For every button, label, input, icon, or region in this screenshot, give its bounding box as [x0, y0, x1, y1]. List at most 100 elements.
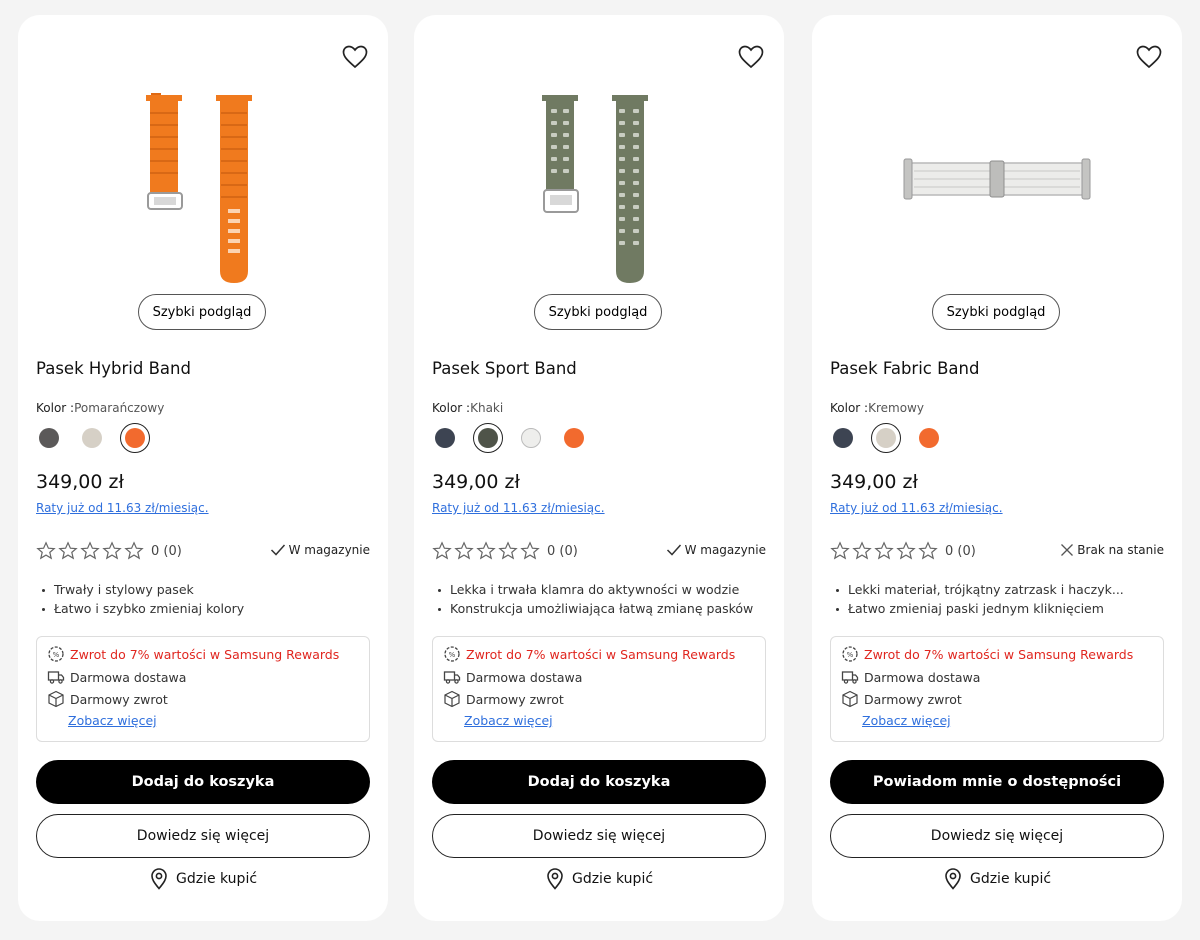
where-to-buy-link[interactable]: Gdzie kupić [18, 868, 388, 890]
color-row: Kolor :Khaki [432, 401, 503, 415]
color-swatch-selected[interactable] [473, 423, 503, 453]
product-title[interactable]: Pasek Fabric Band [830, 359, 979, 378]
swatch-dot [39, 428, 59, 448]
stock-status: Brak na stanie [1060, 543, 1164, 557]
color-label: Kolor : [36, 401, 75, 415]
installment-link[interactable]: Raty już od 11.63 zł/miesiąc. [432, 501, 605, 515]
rating[interactable]: 0 (0) [830, 541, 976, 561]
product-title[interactable]: Pasek Hybrid Band [36, 359, 191, 378]
rewards-benefit: % Zwrot do 7% wartości w Samsung Rewards [47, 645, 339, 663]
feature-item: Łatwo i szybko zmieniaj kolory [40, 599, 244, 618]
product-card: Szybki podgląd Pasek Sport Band Kolor :K… [414, 15, 784, 921]
where-to-buy-label: Gdzie kupić [571, 871, 654, 887]
feature-item: Lekki materiał, trójkątny zatrzask i hac… [834, 580, 1124, 599]
color-label: Kolor : [830, 401, 869, 415]
installment-link[interactable]: Raty już od 11.63 zł/miesiąc. [36, 501, 209, 515]
see-more-link[interactable]: Zobacz więcej [68, 713, 157, 728]
heart-icon[interactable] [738, 45, 764, 69]
color-swatches [430, 423, 589, 453]
color-row: Kolor :Kremowy [830, 401, 924, 415]
see-more-link[interactable]: Zobacz więcej [862, 713, 951, 728]
star-icon [520, 541, 540, 560]
swatch-dot [435, 428, 455, 448]
color-value: Kremowy [868, 401, 924, 415]
return-text: Darmowy zwrot [864, 691, 962, 707]
rewards-percent-icon: % [48, 646, 64, 662]
learn-more-button[interactable]: Dowiedz się więcej [432, 814, 766, 858]
delivery-text: Darmowa dostawa [864, 669, 981, 685]
stock-label: W magazynie [684, 543, 766, 557]
color-swatch[interactable] [914, 423, 944, 453]
feature-item: Trwały i stylowy pasek [40, 580, 244, 599]
star-icon [896, 541, 916, 560]
heart-icon[interactable] [342, 45, 368, 69]
location-pin-icon [151, 868, 167, 890]
delivery-text: Darmowa dostawa [70, 669, 187, 685]
rating-count: 0 (0) [151, 543, 182, 559]
color-swatch[interactable] [430, 423, 460, 453]
stock-label: W magazynie [288, 543, 370, 557]
quick-view-button[interactable]: Szybki podgląd [932, 294, 1060, 330]
learn-more-button[interactable]: Dowiedz się więcej [36, 814, 370, 858]
color-swatch[interactable] [34, 423, 64, 453]
quick-view-button[interactable]: Szybki podgląd [138, 294, 266, 330]
heart-icon[interactable] [1136, 45, 1162, 69]
color-label: Kolor : [432, 401, 471, 415]
return-benefit: Darmowy zwrot [443, 690, 564, 708]
product-title[interactable]: Pasek Sport Band [432, 359, 577, 378]
return-box-icon [444, 690, 460, 708]
rating[interactable]: 0 (0) [432, 541, 578, 561]
rewards-text: Zwrot do 7% wartości w Samsung Rewards [70, 646, 340, 662]
star-icon [80, 541, 100, 560]
return-box-icon [48, 690, 64, 708]
rewards-text: Zwrot do 7% wartości w Samsung Rewards [864, 646, 1134, 662]
color-swatch-selected[interactable] [120, 423, 150, 453]
rating[interactable]: 0 (0) [36, 541, 182, 561]
product-image[interactable] [78, 85, 328, 295]
color-swatch[interactable] [516, 423, 546, 453]
price: 349,00 zł [432, 471, 520, 493]
return-benefit: Darmowy zwrot [47, 690, 168, 708]
add-to-cart-button[interactable]: Dodaj do koszyka [36, 760, 370, 804]
rating-count: 0 (0) [945, 543, 976, 559]
swatch-dot [919, 428, 939, 448]
benefits-box: % Zwrot do 7% wartości w Samsung Rewards… [432, 636, 766, 742]
rewards-percent-icon: % [444, 646, 460, 662]
add-to-cart-button[interactable]: Dodaj do koszyka [432, 760, 766, 804]
product-card: Szybki podgląd Pasek Hybrid Band Kolor :… [18, 15, 388, 921]
truck-icon [841, 671, 859, 684]
rewards-percent-icon: % [842, 646, 858, 662]
benefits-box: % Zwrot do 7% wartości w Samsung Rewards… [830, 636, 1164, 742]
color-swatch-selected[interactable] [871, 423, 901, 453]
delivery-benefit: Darmowa dostawa [47, 668, 186, 686]
color-value: Khaki [470, 401, 504, 415]
stock-label: Brak na stanie [1077, 543, 1164, 557]
where-to-buy-link[interactable]: Gdzie kupić [812, 868, 1182, 890]
learn-more-button[interactable]: Dowiedz się więcej [830, 814, 1164, 858]
rating-count: 0 (0) [547, 543, 578, 559]
star-icon [476, 541, 496, 560]
delivery-text: Darmowa dostawa [466, 669, 583, 685]
color-swatch[interactable] [559, 423, 589, 453]
installment-link[interactable]: Raty już od 11.63 zł/miesiąc. [830, 501, 1003, 515]
feature-list: Lekki materiał, trójkątny zatrzask i hac… [834, 580, 1124, 618]
quick-view-button[interactable]: Szybki podgląd [534, 294, 662, 330]
truck-icon [47, 671, 65, 684]
product-image[interactable] [474, 85, 724, 295]
star-icon [102, 541, 122, 560]
product-image[interactable] [872, 85, 1122, 295]
swatch-dot [564, 428, 584, 448]
color-swatch[interactable] [828, 423, 858, 453]
price: 349,00 zł [830, 471, 918, 493]
return-text: Darmowy zwrot [70, 691, 168, 707]
swatch-dot [125, 428, 145, 448]
color-swatch[interactable] [77, 423, 107, 453]
notify-availability-button[interactable]: Powiadom mnie o dostępności [830, 760, 1164, 804]
where-to-buy-label: Gdzie kupić [969, 871, 1052, 887]
stock-status: W magazynie [270, 543, 370, 557]
where-to-buy-link[interactable]: Gdzie kupić [414, 868, 784, 890]
color-swatches [828, 423, 944, 453]
star-icon [58, 541, 78, 560]
see-more-link[interactable]: Zobacz więcej [464, 713, 553, 728]
product-card: Szybki podgląd Pasek Fabric Band Kolor :… [812, 15, 1182, 921]
